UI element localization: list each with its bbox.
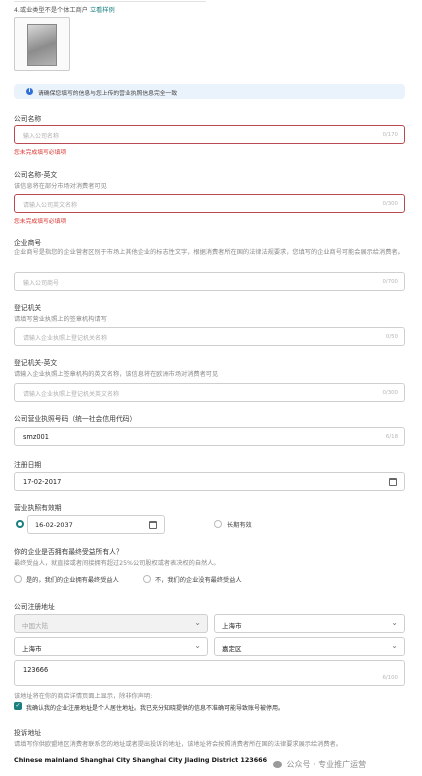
watermark-text: 公众号 · 专业推广运营 xyxy=(286,760,367,769)
beneficiary-no-label: 不，我们的企业没有最终受益人 xyxy=(155,577,242,584)
city-select[interactable]: 上海市 ⌄ xyxy=(14,637,208,656)
beneficiary-question: 你的企业是否拥有最终受益所有人？ xyxy=(14,548,123,556)
reg-date-value: 17-02-2017 xyxy=(23,478,62,486)
license-thumbnail[interactable] xyxy=(14,17,70,71)
district-select[interactable]: 嘉定区 ⌄ xyxy=(214,637,405,656)
company-name-en-counter: 0/300 xyxy=(382,201,398,207)
registrar-en-placeholder: 请输入企业执照上登记机关英文名称 xyxy=(23,391,120,398)
checkmark-icon[interactable]: ✓ xyxy=(14,702,22,710)
province-value: 上海市 xyxy=(222,622,242,630)
company-name-en-hint: 该信息将在部分市场对消费者可见 xyxy=(14,183,107,190)
license-number-counter: 6/18 xyxy=(385,434,398,440)
registrar-counter: 0/50 xyxy=(385,334,398,340)
sample-note: 4.或业类型不是个体工商户 立看样例 xyxy=(14,5,115,14)
registrar-input[interactable]: 请输入企业执照上登记机关名称 0/50 xyxy=(14,327,405,346)
complaint-address-value[interactable]: Chinese mainland Shanghai City Shanghai … xyxy=(14,756,267,764)
company-name-label: 公司名称 xyxy=(14,115,42,123)
company-name-en-label: 公司名称-英文 xyxy=(14,171,58,179)
license-number-label: 公司营业执照号码（统一社会信用代码） xyxy=(14,415,137,423)
address-detail-value: 123666 xyxy=(23,666,49,674)
view-sample-link[interactable]: 立看样例 xyxy=(90,7,115,14)
chevron-down-icon: ⌄ xyxy=(194,641,201,650)
trade-name-hint: 企业商号是指您的企业营者区别于市场上其他企业的标志性文字，根据消费者所在国的法律… xyxy=(14,249,404,256)
company-name-en-placeholder: 请输入公司英文名称 xyxy=(23,202,78,209)
info-icon: i xyxy=(26,88,33,95)
trade-name-counter: 0/700 xyxy=(382,279,398,285)
trade-name-label: 企业商号 xyxy=(14,239,42,247)
wechat-icon xyxy=(273,761,282,768)
long-term-label: 长期有效 xyxy=(227,522,252,529)
company-name-placeholder: 输入公司名称 xyxy=(23,133,60,140)
calendar-icon[interactable] xyxy=(389,478,397,486)
address-note: 该地址将在你的商店详情页面上显示，除非你声明: xyxy=(14,693,153,700)
country-select[interactable]: 中国大陆 ⌄ xyxy=(14,614,208,633)
beneficiary-yes-radio[interactable] xyxy=(14,575,22,583)
company-name-en-error: 您未完成填写必填项 xyxy=(14,219,67,225)
company-name-input[interactable]: 输入公司名称 0/170 xyxy=(14,125,405,144)
country-value: 中国大陆 xyxy=(22,622,48,630)
address-detail-counter: 6/100 xyxy=(382,675,398,681)
validity-label: 营业执照有效期 xyxy=(14,504,62,512)
chevron-down-icon: ⌄ xyxy=(391,641,398,650)
license-image xyxy=(27,24,57,66)
validity-date-radio[interactable] xyxy=(16,520,24,528)
license-number-value: smz001 xyxy=(23,433,49,441)
validity-date-input[interactable]: 16-02-2037 xyxy=(27,515,165,534)
complaint-address-hint: 请填写你供欧盟地区消费者联系您的地址或者提出投诉的地址，该地址将会按照消费者所在… xyxy=(14,741,342,748)
info-banner-text: 请确保您填写的信息与您上传的营业执照信息完全一致 xyxy=(38,91,178,97)
chevron-down-icon: ⌄ xyxy=(194,618,201,627)
registrar-placeholder: 请输入企业执照上登记机关名称 xyxy=(23,335,108,342)
beneficiary-no-radio[interactable] xyxy=(143,575,151,583)
long-term-radio[interactable] xyxy=(214,520,222,528)
registrar-en-hint: 请输入企业执照上签章机构的英文名称，该信息将在欧洲市场对消费者可见 xyxy=(14,371,219,378)
district-value: 嘉定区 xyxy=(222,645,242,653)
sample-note-text: 4.或业类型不是个体工商户 xyxy=(14,7,88,14)
validity-date-value: 16-02-2037 xyxy=(35,521,73,529)
trade-name-placeholder: 输入公司商号 xyxy=(23,280,60,287)
registrar-en-counter: 0/300 xyxy=(382,390,398,396)
license-number-input[interactable]: smz001 6/18 xyxy=(14,427,405,446)
company-name-error: 您未完成填写必填项 xyxy=(14,150,67,156)
chevron-down-icon: ⌄ xyxy=(391,618,398,627)
reg-date-label: 注册日期 xyxy=(14,461,42,469)
reg-date-input[interactable]: 17-02-2017 xyxy=(14,472,405,491)
address-declare-text: 我确认我的企业注册地址是个人居住地址。我已充分知晓提供的信息不准确可能导致账号被… xyxy=(26,705,285,712)
trade-name-input[interactable]: 输入公司商号 0/700 xyxy=(14,272,405,291)
complaint-address-label: 投诉地址 xyxy=(14,729,42,737)
beneficiary-hint: 最终受益人，就直接或者间接拥有超过25%公司股权或者表决权的自然人。 xyxy=(14,560,220,567)
top-cut-text: …………………………………………………………………………………… xyxy=(14,0,206,4)
company-name-en-input[interactable]: 请输入公司英文名称 0/300 xyxy=(14,194,405,213)
registrar-en-input[interactable]: 请输入企业执照上登记机关英文名称 0/300 xyxy=(14,383,405,402)
calendar-icon[interactable] xyxy=(149,521,157,529)
registrar-label: 登记机关 xyxy=(14,304,42,312)
company-name-counter: 0/170 xyxy=(382,132,398,138)
city-value: 上海市 xyxy=(22,645,42,653)
registrar-en-label: 登记机关-英文 xyxy=(14,359,58,367)
registrar-hint: 请填写营业执照上的签章机构请写 xyxy=(14,316,107,323)
address-label: 公司注册地址 xyxy=(14,603,55,611)
province-select[interactable]: 上海市 ⌄ xyxy=(214,614,405,633)
address-detail-input[interactable]: 123666 6/100 xyxy=(14,660,405,686)
info-banner: i 请确保您填写的信息与您上传的营业执照信息完全一致 xyxy=(14,84,405,99)
beneficiary-yes-label: 是的，我们的企业拥有最终受益人 xyxy=(26,577,119,584)
watermark: 公众号 · 专业推广运营 xyxy=(270,758,370,771)
